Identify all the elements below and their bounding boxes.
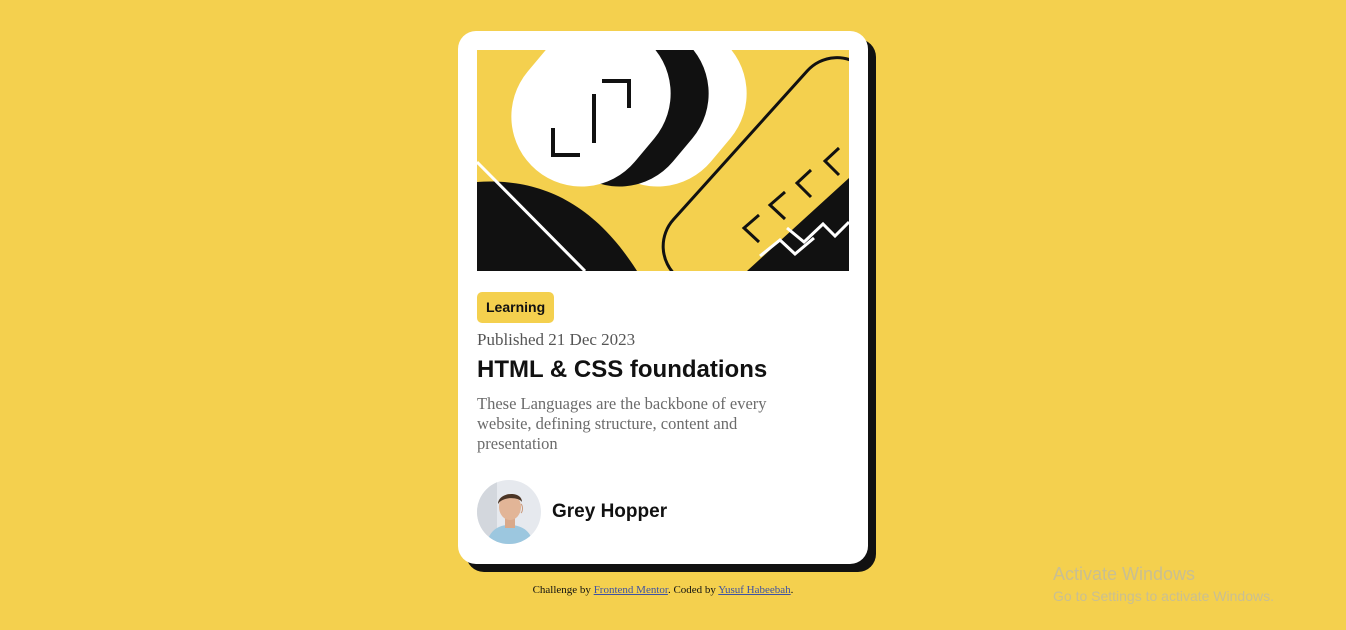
attribution-middle: . Coded by (667, 584, 716, 596)
frontend-mentor-link[interactable]: Frontend Mentor (594, 584, 668, 596)
author-link[interactable]: Yusuf Habeebah (718, 584, 790, 596)
author: Grey Hopper (477, 480, 667, 544)
attribution-prefix: Challenge by (532, 584, 591, 596)
watermark-subtitle: Go to Settings to activate Windows. (1053, 588, 1274, 604)
card-title[interactable]: HTML & CSS foundations (477, 356, 767, 384)
watermark-title: Activate Windows (1053, 564, 1196, 584)
category-tag: Learning (477, 292, 555, 323)
attribution-suffix: . (790, 584, 794, 596)
card-description: These Languages are the backbone of ever… (477, 394, 767, 453)
published-date: Published 21 Dec 2023 (477, 330, 636, 349)
activate-windows-watermark: Activate Windows Go to Settings to activ… (1053, 563, 1274, 606)
author-name: Grey Hopper (552, 501, 668, 522)
hero-illustration (477, 50, 849, 271)
author-avatar (477, 480, 541, 544)
blog-preview-card: Learning Published 21 Dec 2023 HTML & CS… (458, 31, 868, 564)
